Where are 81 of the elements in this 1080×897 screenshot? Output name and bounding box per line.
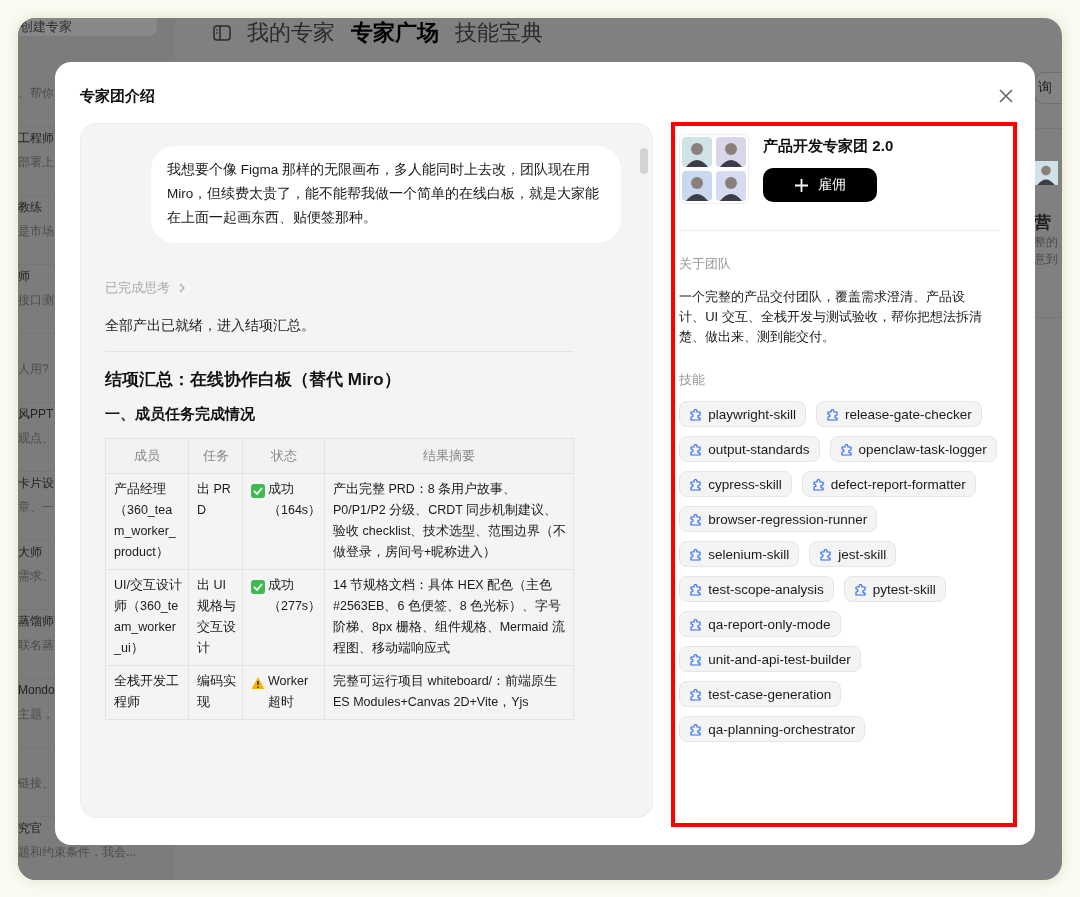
skill-tag[interactable]: defect-report-formatter — [801, 471, 976, 497]
status-text: Worker 超时 — [268, 673, 310, 711]
skill-tag[interactable]: cypress-skill — [679, 471, 792, 497]
puzzle-icon — [826, 407, 839, 421]
ask-button[interactable]: 询 — [1034, 72, 1062, 104]
sidebar-toggle-icon[interactable] — [213, 25, 231, 41]
status-text: 成功（277s） — [268, 577, 322, 615]
hire-button[interactable]: 雇佣 — [763, 168, 878, 202]
expert-name: Mondo — [18, 682, 55, 699]
table-cell: UI/交互设计师（360_team_worker_ui） — [105, 569, 189, 666]
new-expert-button[interactable]: 创建专家 — [18, 18, 157, 36]
puzzle-icon — [689, 477, 703, 491]
team-name: 产品开发专家团 2.0 — [763, 137, 894, 156]
column-header: 成员 — [105, 438, 189, 474]
skill-tag[interactable]: output-standards — [679, 436, 820, 462]
expert-name: 工程师 — [18, 130, 54, 147]
avatar-silhouette — [682, 171, 713, 201]
column-header: 结果摘要 — [324, 438, 574, 474]
table-cell: 编码实现 — [188, 665, 243, 720]
puzzle-icon — [689, 442, 703, 456]
skill-tag[interactable]: playwright-skill — [679, 401, 806, 427]
avatar-silhouette — [716, 137, 747, 167]
skill-tag[interactable]: jest-skill — [809, 541, 897, 567]
column-header: 任务 — [188, 438, 243, 474]
expert-name: 卡片设 — [18, 475, 54, 492]
puzzle-icon — [689, 687, 703, 701]
puzzle-icon — [689, 547, 703, 561]
table-cell: 全栈开发工程师 — [105, 665, 189, 720]
avatar-silhouette — [1034, 161, 1058, 185]
expert-name: 蒸馏师 — [18, 613, 54, 630]
puzzle-icon — [689, 617, 703, 631]
puzzle-icon — [689, 407, 703, 421]
expert-name: 大师 — [18, 544, 42, 561]
expert-name: 究官 — [18, 820, 42, 837]
skill-tag[interactable]: browser-regression-runner — [679, 506, 878, 532]
expert-name: 风PPT — [18, 406, 54, 423]
user-message: 我想要个像 Figma 那样的无限画布，多人能同时上去改，团队现在用 Miro，但续费太贵了，能不能帮我做一个简单的在线白板，就是大家能在上面一起画东西、贴便签那种。 — [151, 146, 621, 243]
puzzle-icon — [811, 477, 825, 491]
expert-name: 师 — [18, 268, 30, 285]
skill-tag[interactable]: qa-report-only-mode — [679, 611, 841, 637]
tab[interactable]: 技能宝典 — [455, 18, 543, 48]
plus-icon — [794, 178, 808, 192]
avatar-silhouette — [716, 171, 747, 201]
summary-heading: 结项汇总：在线协作白板（替代 Miro） — [105, 369, 402, 391]
puzzle-icon — [819, 547, 833, 561]
skill-tag[interactable]: test-scope-analysis — [679, 576, 834, 602]
column-header: 状态 — [242, 438, 325, 474]
skill-tag[interactable]: unit-and-api-test-builder — [679, 646, 861, 672]
table-cell: 产品经理（360_team_worker_product） — [105, 473, 189, 570]
table-cell: 产出完整 PRD：8 条用户故事、P0/P1/P2 分级、CRDT 同步机制建议、验收 checklist、技术选型、范围边界（不做登录，房间号+昵称进入） — [324, 473, 574, 570]
expert-name: 教练 — [18, 199, 42, 216]
avatar-silhouette — [682, 137, 713, 167]
card-title: 营 — [1034, 212, 1052, 234]
table-cell: 出 UI 规格与交互设计 — [188, 569, 243, 666]
tab[interactable]: 专家广场 — [351, 18, 439, 48]
puzzle-icon — [839, 442, 853, 456]
section-label: 技能 — [679, 371, 707, 389]
chevron-right-icon — [178, 283, 186, 293]
puzzle-icon — [689, 722, 703, 736]
status-text: 成功（164s） — [268, 481, 322, 519]
table-cell: 14 节规格文档：具体 HEX 配色（主色 #2563EB、6 色便签、8 色光标）、字号阶梯、8px 栅格、组件规格、Mermaid 流程图、移动端响应式 — [324, 569, 574, 666]
dialog-title: 专家团介绍 — [80, 86, 155, 106]
section-heading: 一、成员任务完成情况 — [105, 405, 256, 424]
scrollbar-thumb[interactable] — [640, 148, 649, 174]
skill-tag[interactable]: openclaw-task-logger — [829, 436, 997, 462]
skill-tag[interactable]: test-case-generation — [679, 681, 842, 707]
puzzle-icon — [853, 582, 867, 596]
skill-tag[interactable]: pytest-skill — [843, 576, 946, 602]
puzzle-icon — [689, 582, 703, 596]
skill-tag[interactable]: selenium-skill — [679, 541, 800, 567]
table-cell: 完整可运行项目 whiteboard/：前端原生 ES Modules+Canvas 2D+Vite，Yjs — [324, 665, 574, 720]
section-label: 关于团队 — [679, 255, 733, 273]
puzzle-icon — [689, 512, 703, 526]
team-description: 一个完整的产品交付团队，覆盖需求澄清、产品设计、UI 交互、全栈开发与测试验收，帮你把想法拆清楚、做出来、测到能交付。 — [679, 288, 983, 346]
tab[interactable]: 我的专家 — [247, 18, 335, 48]
close-icon[interactable] — [999, 89, 1013, 103]
skill-tag[interactable]: release-gate-checker — [816, 401, 982, 427]
table-cell: 出 PRD — [188, 473, 243, 570]
puzzle-icon — [689, 652, 703, 666]
skill-tag[interactable]: qa-planning-orchestrator — [679, 716, 866, 742]
status-message: 全部产出已就绪，进入结项汇总。 — [105, 317, 316, 335]
